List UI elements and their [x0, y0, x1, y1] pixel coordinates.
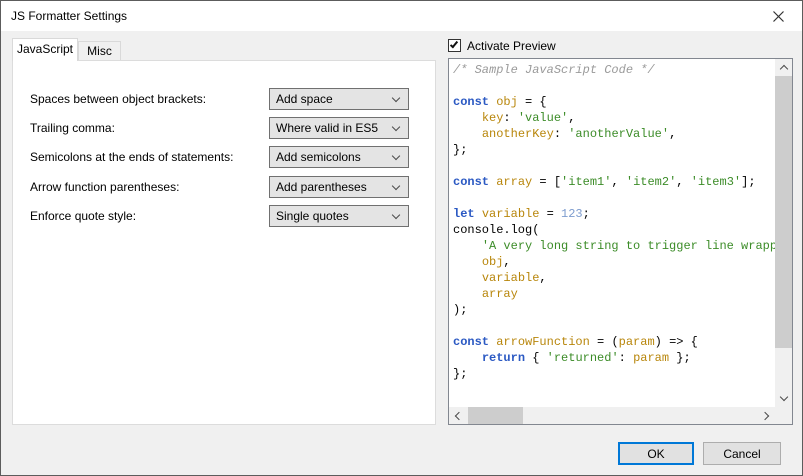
chevron-down-icon [392, 152, 400, 160]
code-line: array [453, 286, 775, 302]
tab-misc[interactable]: Misc [78, 41, 121, 61]
window-title: JS Formatter Settings [11, 9, 127, 23]
scroll-down-button[interactable] [775, 390, 792, 407]
javascript-tab-page: Spaces between object brackets: Add spac… [12, 60, 436, 425]
dropdown-value: Add space [276, 92, 333, 106]
chevron-up-icon [779, 65, 787, 73]
code-preview-box: /* Sample JavaScript Code */ const obj =… [448, 58, 793, 425]
form-row: Trailing comma: Where valid in ES5 [13, 117, 435, 139]
code-line: key: 'value', [453, 110, 775, 126]
arrow-parens-label: Arrow function parentheses: [30, 180, 179, 194]
quote-style-label: Enforce quote style: [30, 209, 136, 223]
chevron-down-icon [392, 182, 400, 190]
cancel-button[interactable]: Cancel [703, 442, 781, 465]
semicolons-dropdown[interactable]: Add semicolons [269, 146, 409, 168]
scroll-right-button[interactable] [758, 407, 775, 424]
code-line: const obj = { [453, 94, 775, 110]
code-line: return { 'returned': param }; [453, 350, 775, 366]
code-line [453, 318, 775, 334]
close-button[interactable] [762, 5, 794, 27]
trailing-comma-label: Trailing comma: [30, 121, 115, 135]
close-icon [772, 10, 785, 23]
code-line: /* Sample JavaScript Code */ [453, 62, 775, 78]
code-line: 'A very long string to trigger line wrap… [453, 238, 775, 254]
activate-preview-checkbox[interactable] [448, 39, 461, 52]
code-line: ); [453, 302, 775, 318]
ok-button[interactable]: OK [618, 442, 694, 465]
vertical-scrollbar-thumb[interactable] [775, 76, 792, 348]
code-line: }; [453, 366, 775, 382]
horizontal-scrollbar-thumb[interactable] [468, 407, 523, 424]
horizontal-scrollbar[interactable] [449, 407, 775, 424]
form-row: Spaces between object brackets: Add spac… [13, 88, 435, 110]
scrollbar-corner [775, 407, 792, 424]
code-area: /* Sample JavaScript Code */ const obj =… [449, 59, 775, 407]
scroll-left-button[interactable] [449, 407, 466, 424]
trailing-comma-dropdown[interactable]: Where valid in ES5 [269, 117, 409, 139]
code-line: console.log( [453, 222, 775, 238]
quote-style-dropdown[interactable]: Single quotes [269, 205, 409, 227]
check-icon [450, 40, 458, 49]
titlebar: JS Formatter Settings [1, 1, 802, 31]
arrow-parens-dropdown[interactable]: Add parentheses [269, 176, 409, 198]
spaces-label: Spaces between object brackets: [30, 92, 206, 106]
scroll-up-button[interactable] [775, 59, 792, 76]
code-line: let variable = 123; [453, 206, 775, 222]
chevron-down-icon [392, 211, 400, 219]
chevron-down-icon [392, 94, 400, 102]
code-line: anotherKey: 'anotherValue', [453, 126, 775, 142]
chevron-right-icon [761, 411, 769, 419]
code-line: obj, [453, 254, 775, 270]
form-row: Enforce quote style: Single quotes [13, 205, 435, 227]
tab-javascript[interactable]: JavaScript [12, 38, 78, 61]
form-row: Semicolons at the ends of statements: Ad… [13, 146, 435, 168]
dropdown-value: Single quotes [276, 209, 349, 223]
chevron-down-icon [392, 123, 400, 131]
code-line: }; [453, 142, 775, 158]
code-line [453, 190, 775, 206]
chevron-left-icon [455, 411, 463, 419]
chevron-down-icon [779, 393, 787, 401]
vertical-scrollbar[interactable] [775, 59, 792, 407]
code-line [453, 158, 775, 174]
dropdown-value: Add parentheses [276, 180, 367, 194]
js-formatter-settings-dialog: JS Formatter Settings JavaScript Misc Sp… [0, 0, 803, 476]
form-row: Arrow function parentheses: Add parenthe… [13, 176, 435, 198]
code-line [453, 78, 775, 94]
activate-preview-label: Activate Preview [467, 39, 556, 53]
spaces-dropdown[interactable]: Add space [269, 88, 409, 110]
code-line: variable, [453, 270, 775, 286]
dropdown-value: Where valid in ES5 [276, 121, 378, 135]
code-line: const array = ['item1', 'item2', 'item3'… [453, 174, 775, 190]
semicolons-label: Semicolons at the ends of statements: [30, 150, 233, 164]
code-line: const arrowFunction = (param) => { [453, 334, 775, 350]
dropdown-value: Add semicolons [276, 150, 361, 164]
